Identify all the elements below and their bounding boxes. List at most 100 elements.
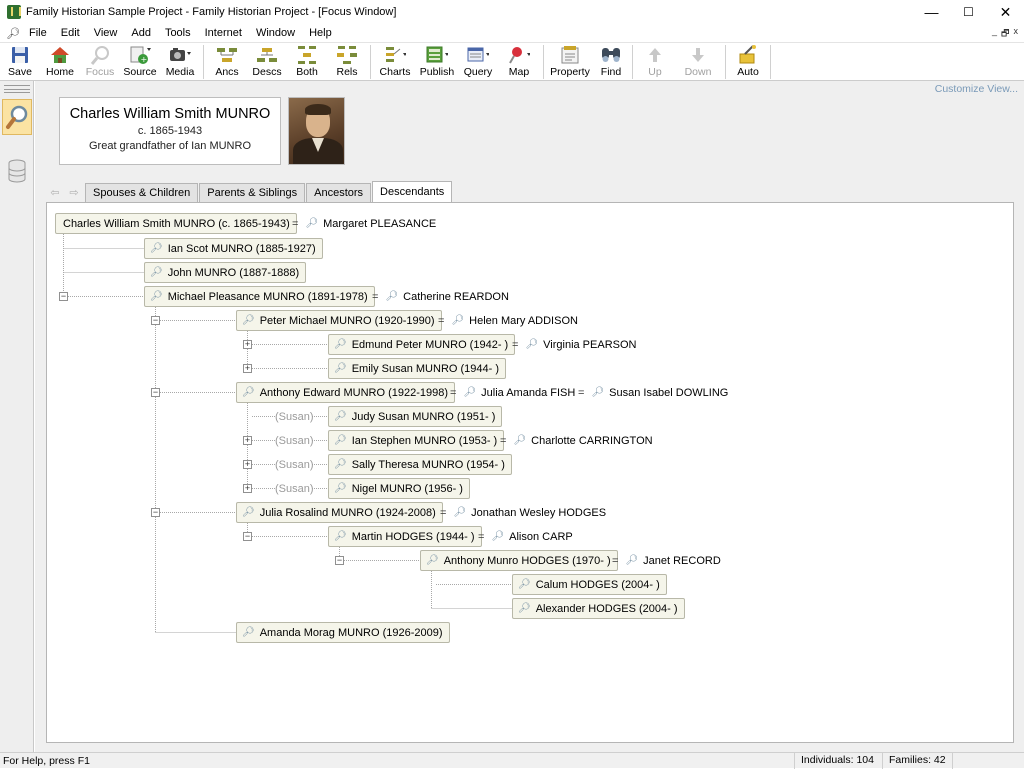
magnifier-icon[interactable]: 🔎︎ [525, 339, 538, 350]
person-box-alexander[interactable]: 🔎︎ Alexander HODGES (2004- ) [512, 598, 685, 619]
tab-spouses-children[interactable]: Spouses & Children [85, 183, 199, 202]
magnifier-icon[interactable]: 🔎︎ [518, 603, 531, 614]
person-box-martin[interactable]: 🔎︎ Martin HODGES (1944- ) [328, 526, 482, 547]
collapse-toggle-anthony-hodges[interactable]: − [335, 556, 344, 565]
magnifier-icon[interactable]: 🔎︎ [426, 555, 439, 566]
property-button[interactable]: Property [547, 43, 593, 81]
person-box-calum[interactable]: 🔎︎ Calum HODGES (2004- ) [512, 574, 667, 595]
magnifier-icon[interactable]: 🔎︎ [150, 267, 163, 278]
person-box-peter[interactable]: 🔎︎ Peter Michael MUNRO (1920-1990) [236, 310, 442, 331]
magnifier-icon[interactable]: 🔎︎ [242, 507, 255, 518]
find-button[interactable]: Find [593, 43, 629, 81]
person-box-ian-scot[interactable]: 🔎︎ Ian Scot MUNRO (1885-1927) [144, 238, 323, 259]
menu-edit[interactable]: Edit [54, 24, 87, 42]
menu-help[interactable]: Help [302, 24, 339, 42]
expand-toggle-edmund[interactable]: + [243, 340, 252, 349]
menu-tools[interactable]: Tools [158, 24, 198, 42]
magnifier-icon[interactable]: 🔎︎ [385, 291, 398, 302]
focus-person-photo[interactable] [288, 97, 345, 165]
magnifier-icon[interactable]: 🔎︎ [334, 483, 347, 494]
menu-add[interactable]: Add [124, 24, 158, 42]
magnifier-icon[interactable]: 🔎︎ [242, 387, 255, 398]
magnifier-icon[interactable]: 🔎︎ [463, 387, 476, 398]
expand-toggle-nigel[interactable]: + [243, 484, 252, 493]
magnifier-icon[interactable]: 🔎︎ [242, 315, 255, 326]
person-box-john[interactable]: 🔎︎ John MUNRO (1887-1888) [144, 262, 307, 283]
relatives-button[interactable]: Rels [327, 43, 367, 81]
magnifier-icon[interactable]: 🔎︎ [334, 363, 347, 374]
menu-file[interactable]: File [22, 24, 54, 42]
save-button[interactable]: Save [0, 43, 40, 81]
customize-view-link[interactable]: Customize View... [935, 83, 1018, 95]
magnifier-icon[interactable]: 🔎︎ [334, 435, 347, 446]
mdi-restore-button[interactable]: 🗗 [1001, 26, 1009, 42]
collapse-toggle-anthony[interactable]: − [151, 388, 160, 397]
up-button[interactable]: Up [636, 43, 674, 81]
focus-window-nav-button[interactable] [2, 99, 32, 135]
spouse-entry[interactable]: = 🔎︎ Alison CARP [471, 526, 573, 547]
person-box-julia[interactable]: 🔎︎ Julia Rosalind MUNRO (1924-2008) [236, 502, 443, 523]
back-arrow-icon[interactable]: ⇦ [47, 185, 63, 199]
expand-toggle-ian-stephen[interactable]: + [243, 436, 252, 445]
spouse-entry[interactable]: = 🔎︎ Virginia PEARSON [505, 334, 636, 355]
publish-button[interactable]: Publish [416, 43, 458, 81]
magnifier-icon[interactable]: 🔎︎ [150, 291, 163, 302]
person-box-sally[interactable]: 🔎︎ Sally Theresa MUNRO (1954- ) [328, 454, 512, 475]
spouse-entry[interactable]: = 🔎︎ Helen Mary ADDISON [431, 310, 578, 331]
spouse-entry[interactable]: = 🔎︎ Susan Isabel DOWLING [571, 382, 728, 403]
magnifier-icon[interactable]: 🔎︎ [334, 531, 347, 542]
map-button[interactable]: Map [498, 43, 540, 81]
magnifier-icon[interactable]: 🔎︎ [451, 315, 464, 326]
tab-parents-siblings[interactable]: Parents & Siblings [199, 183, 306, 202]
person-box-anthony-hodges[interactable]: 🔎︎ Anthony Munro HODGES (1970- ) [420, 550, 618, 571]
records-window-nav-button[interactable] [7, 159, 27, 183]
menu-window[interactable]: Window [249, 24, 302, 42]
home-button[interactable]: Home [40, 43, 80, 81]
collapse-toggle-michael[interactable]: − [59, 292, 68, 301]
focus-person-box[interactable]: Charles William Smith MUNRO c. 1865-1943… [59, 97, 281, 165]
descendants-button[interactable]: Descs [247, 43, 287, 81]
magnifier-icon[interactable]: 🔎︎ [150, 243, 163, 254]
magnifier-icon[interactable]: 🔎︎ [242, 627, 255, 638]
magnifier-icon[interactable]: 🔎︎ [334, 459, 347, 470]
collapse-toggle-peter[interactable]: − [151, 316, 160, 325]
magnifier-icon[interactable]: 🔎︎ [491, 531, 504, 542]
menu-internet[interactable]: Internet [198, 24, 249, 42]
auto-button[interactable]: Auto [729, 43, 767, 81]
mdi-close-button[interactable]: x [1014, 26, 1019, 42]
minimize-button[interactable]: — [913, 0, 950, 24]
magnifier-icon[interactable]: 🔎︎ [625, 555, 638, 566]
mdi-minimize-button[interactable]: _ [992, 26, 997, 42]
media-button[interactable]: Media [160, 43, 200, 81]
magnifier-icon[interactable]: 🔎︎ [334, 411, 347, 422]
person-box-amanda[interactable]: 🔎︎ Amanda Morag MUNRO (1926-2009) [236, 622, 450, 643]
spouse-entry[interactable]: = 🔎︎ Margaret PLEASANCE [285, 213, 436, 234]
person-box-michael[interactable]: 🔎︎ Michael Pleasance MUNRO (1891-1978) [144, 286, 375, 307]
magnifier-icon[interactable]: 🔎︎ [591, 387, 604, 398]
spouse-entry[interactable]: = 🔎︎ Julia Amanda FISH [443, 382, 575, 403]
spouse-entry[interactable]: = 🔎︎ Jonathan Wesley HODGES [433, 502, 606, 523]
expand-toggle-emily[interactable]: + [243, 364, 252, 373]
forward-arrow-icon[interactable]: ⇨ [66, 185, 82, 199]
person-box-emily[interactable]: 🔎︎ Emily Susan MUNRO (1944- ) [328, 358, 507, 379]
down-button[interactable]: Down [674, 43, 722, 81]
magnifier-icon[interactable]: 🔎︎ [305, 218, 318, 229]
ancestors-button[interactable]: Ancs [207, 43, 247, 81]
menu-view[interactable]: View [87, 24, 125, 42]
person-box-edmund[interactable]: 🔎︎ Edmund Peter MUNRO (1942- ) [328, 334, 516, 355]
query-button[interactable]: Query [458, 43, 498, 81]
magnifier-icon[interactable]: 🔎︎ [453, 507, 466, 518]
source-button[interactable]: + Source [120, 43, 160, 81]
expand-toggle-sally[interactable]: + [243, 460, 252, 469]
person-box-anthony[interactable]: 🔎︎ Anthony Edward MUNRO (1922-1998) [236, 382, 456, 403]
magnifier-icon[interactable]: 🔎︎ [334, 339, 347, 350]
focus-button[interactable]: Focus [80, 43, 120, 81]
person-box-ian-stephen[interactable]: 🔎︎ Ian Stephen MUNRO (1953- ) [328, 430, 505, 451]
grip-handle[interactable] [4, 85, 30, 93]
charts-button[interactable]: Charts [374, 43, 416, 81]
person-box-root[interactable]: Charles William Smith MUNRO (c. 1865-194… [55, 213, 297, 234]
tab-descendants[interactable]: Descendants [372, 181, 453, 202]
person-box-judy[interactable]: 🔎︎ Judy Susan MUNRO (1951- ) [328, 406, 503, 427]
spouse-entry[interactable]: = 🔎︎ Janet RECORD [605, 550, 721, 571]
magnifier-icon[interactable]: 🔎︎ [513, 435, 526, 446]
